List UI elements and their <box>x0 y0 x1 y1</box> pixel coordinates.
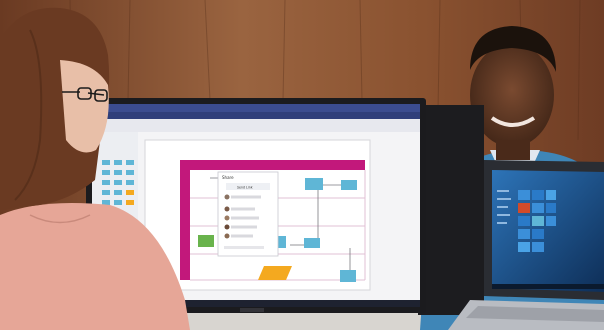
swimlane-header <box>180 160 365 170</box>
visio-title-bar <box>92 104 420 112</box>
visio-tab-bar <box>92 112 420 119</box>
laptop-taskbar <box>492 284 604 289</box>
share-dialog[interactable]: Share Send Link <box>217 171 279 257</box>
send-link-label: Send Link <box>237 186 253 190</box>
share-dialog-title: Share <box>222 175 234 180</box>
monitor-logo <box>240 308 264 312</box>
scene-svg: Share Send Link <box>0 0 604 330</box>
visio-ribbon <box>92 119 420 132</box>
rear-monitor <box>418 105 484 315</box>
swimlane-side <box>180 170 190 280</box>
photo-scene: Share Send Link <box>0 0 604 330</box>
